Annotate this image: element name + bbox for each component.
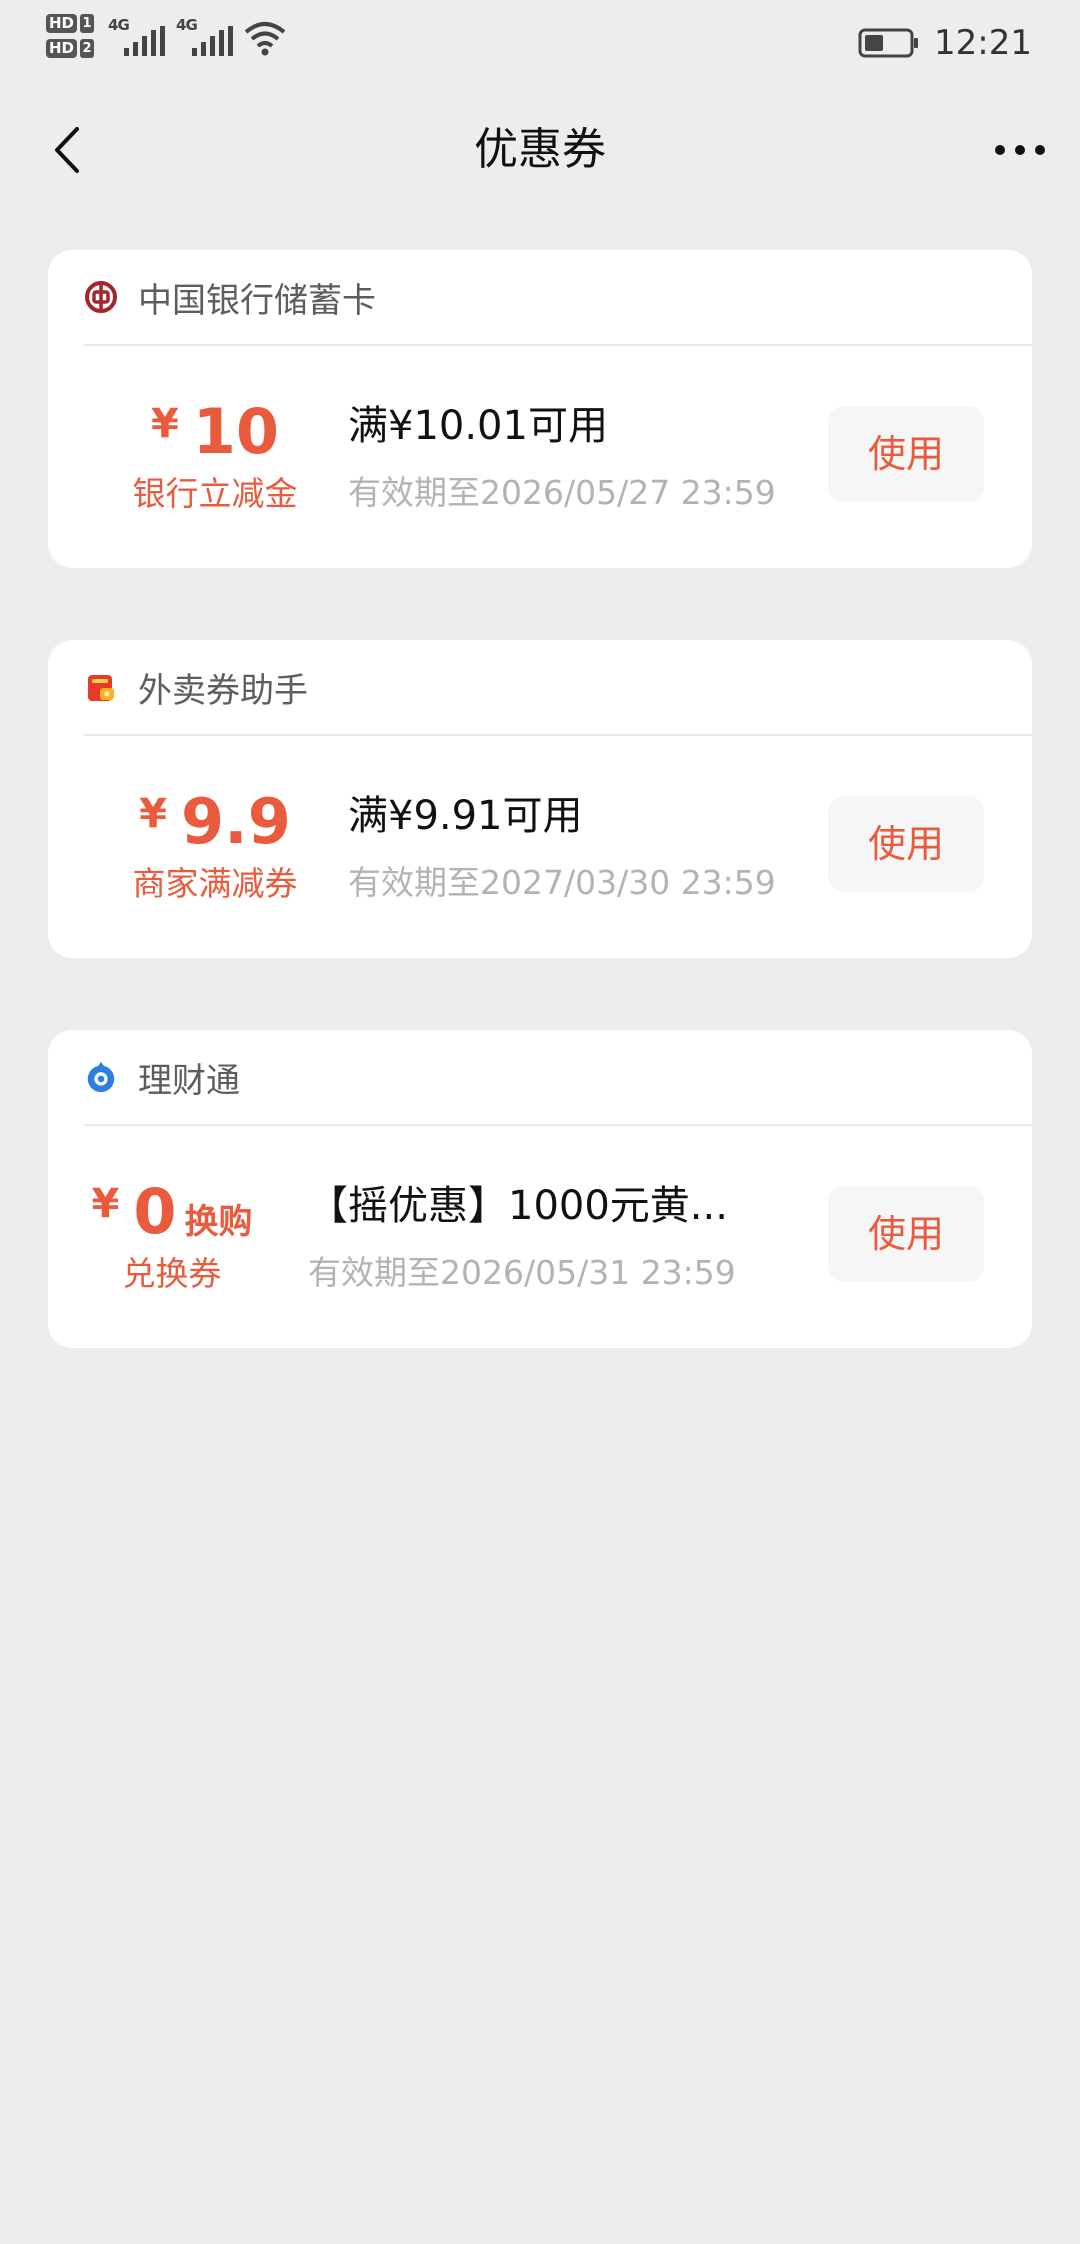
- coupon-amount: ¥ 9.9 商家满减券: [70, 786, 360, 908]
- sim1-row: HD 1: [46, 14, 95, 33]
- coupon-type: 银行立减金: [132, 474, 298, 513]
- coupon-condition: 满¥9.91可用: [348, 793, 583, 839]
- hd-badge-1: HD: [46, 14, 78, 33]
- coupon-header: 中国银行储蓄卡: [84, 250, 1032, 346]
- coupon-type: 商家满减券: [132, 864, 298, 903]
- coupon-details: 【摇优惠】1000元黄... 有效期至2026/05/31 23:59: [308, 1178, 736, 1298]
- signal-bars-icon: [124, 26, 166, 56]
- bank-of-china-icon: [84, 280, 118, 314]
- battery-icon: [858, 28, 919, 58]
- coupon-body: ¥ 10 银行立减金 满¥10.01可用 有效期至2026/05/27 23:5…: [48, 346, 1032, 568]
- coupon-body: ¥ 0 换购 兑换券 【摇优惠】1000元黄... 有效期至2026/05/31…: [48, 1126, 1032, 1348]
- coupon-type: 兑换券: [122, 1254, 222, 1293]
- coupon-list: 中国银行储蓄卡 ¥ 10 银行立减金 满¥10.01可用 有效期至2026/05…: [48, 250, 1032, 1420]
- takeout-coupon-icon: [84, 670, 118, 704]
- cellular-signal-2: 4G: [176, 14, 238, 58]
- coupon-details: 满¥9.91可用 有效期至2027/03/30 23:59: [348, 788, 776, 908]
- use-button[interactable]: 使用: [828, 796, 984, 892]
- amount-value: 0: [133, 1175, 177, 1248]
- status-right: 12:21: [858, 18, 1032, 68]
- amount-line: ¥ 0 换购: [48, 1176, 296, 1248]
- currency-symbol: ¥: [150, 401, 179, 447]
- issuer-name: 外卖券助手: [138, 670, 308, 711]
- licaitong-icon: [84, 1060, 118, 1094]
- amount-suffix: 换购: [184, 1202, 253, 1242]
- coupon-card: 中国银行储蓄卡 ¥ 10 银行立减金 满¥10.01可用 有效期至2026/05…: [48, 250, 1032, 568]
- title-bar: 优惠券: [0, 100, 1080, 200]
- sim2-row: HD 2: [46, 39, 95, 58]
- coupon-header: 外卖券助手: [84, 640, 1032, 736]
- coupon-validity: 有效期至2026/05/27 23:59: [348, 473, 776, 512]
- currency-symbol: ¥: [91, 1181, 120, 1227]
- cellular-signal-1: 4G: [108, 14, 170, 58]
- more-options-button[interactable]: [988, 120, 1052, 180]
- more-dots-icon: [995, 145, 1045, 155]
- issuer-name: 中国银行储蓄卡: [138, 280, 376, 321]
- coupon-validity: 有效期至2026/05/31 23:59: [308, 1253, 736, 1292]
- status-bar: HD 1 HD 2 4G 4G 12:21: [0, 0, 1080, 90]
- wifi-icon: [244, 22, 286, 56]
- coupon-condition: 满¥10.01可用: [348, 403, 608, 449]
- amount-line: ¥ 9.9: [70, 786, 360, 858]
- amount-value: 9.9: [181, 785, 291, 858]
- sim-indicators: HD 1 HD 2: [46, 14, 95, 58]
- currency-symbol: ¥: [139, 791, 167, 837]
- coupon-amount: ¥ 0 换购 兑换券: [48, 1176, 296, 1298]
- status-time: 12:21: [934, 23, 1032, 63]
- coupon-card: 理财通 ¥ 0 换购 兑换券 【摇优惠】1000元黄... 有效期至2026/0…: [48, 1030, 1032, 1348]
- coupon-card: 外卖券助手 ¥ 9.9 商家满减券 满¥9.91可用 有效期至2027/03/3…: [48, 640, 1032, 958]
- issuer-name: 理财通: [138, 1060, 240, 1101]
- coupon-details: 满¥10.01可用 有效期至2026/05/27 23:59: [348, 398, 776, 518]
- use-button[interactable]: 使用: [828, 406, 984, 502]
- amount-line: ¥ 10: [70, 396, 360, 468]
- sim2-number: 2: [80, 39, 95, 58]
- use-button[interactable]: 使用: [828, 1186, 984, 1282]
- hd-badge-2: HD: [46, 39, 78, 58]
- sim1-number: 1: [80, 14, 95, 33]
- coupon-body: ¥ 9.9 商家满减券 满¥9.91可用 有效期至2027/03/30 23:5…: [48, 736, 1032, 958]
- coupon-header: 理财通: [84, 1030, 1032, 1126]
- coupon-validity: 有效期至2027/03/30 23:59: [348, 863, 776, 902]
- page-title: 优惠券: [474, 124, 606, 175]
- signal-bars-icon: [192, 26, 234, 56]
- amount-value: 10: [192, 395, 280, 468]
- coupon-amount: ¥ 10 银行立减金: [70, 396, 360, 518]
- coupon-condition: 【摇优惠】1000元黄...: [308, 1183, 728, 1229]
- status-left: HD 1 HD 2 4G 4G: [46, 14, 286, 58]
